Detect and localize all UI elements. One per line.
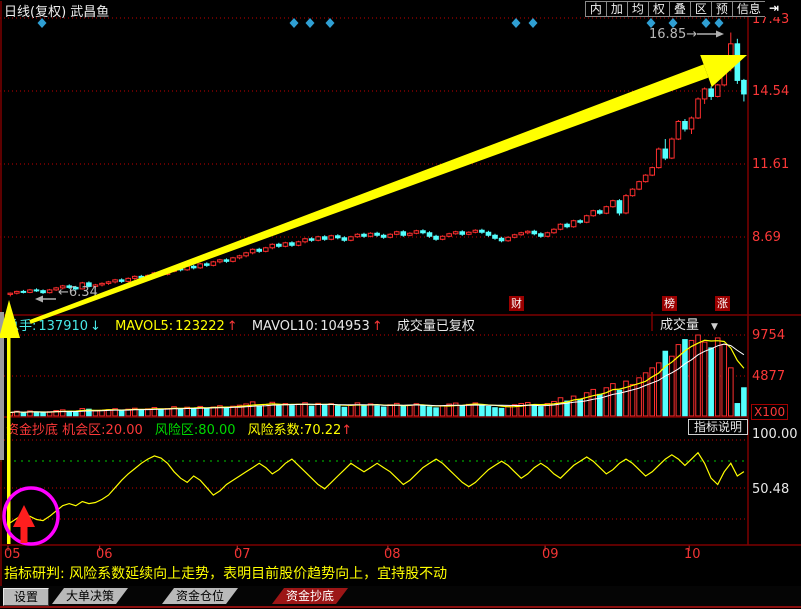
x-axis-tick-aug: 08 (384, 547, 401, 562)
indicator-help-button[interactable]: 指标说明 (688, 419, 748, 435)
volume-header: 总手:137910↓ MAVOL5:123222↑ MAVOL10:104953… (6, 315, 477, 334)
text-layer: 日线(复权) 武昌鱼 内 加 均 权 叠 区 预 信息 ⇥ 17.43 14.5… (0, 0, 801, 609)
volume-adjusted-note: 成交量已复权 (397, 319, 475, 334)
analysis-conclusion-text: 指标研判: 风险系数延续向上走势，表明目前股价趋势向上，宜持股不动 (4, 563, 447, 583)
price-axis-label: 14.54 (752, 84, 789, 99)
menu-item-avg[interactable]: 均 (627, 1, 649, 17)
event-tag-rank[interactable]: 榜 (662, 296, 677, 311)
risk-coef-value: 70.22 (304, 423, 341, 438)
indicator-name: 资金抄底 (6, 423, 58, 438)
volume-type-dropdown[interactable]: 成交量 ▼ (660, 314, 718, 333)
mavol10-value: 104953 (320, 319, 370, 334)
mavol5-value: 123222 (175, 319, 225, 334)
risk-coef-label: 风险系数: (248, 423, 304, 438)
price-axis-label: 8.69 (752, 230, 781, 245)
x-axis-tick-jun: 06 (96, 547, 113, 562)
price-axis-label: 11.61 (752, 157, 789, 172)
risk-zone-label: 风险区: (155, 423, 198, 438)
indicator-axis-label: 100.00 (752, 427, 798, 442)
opportunity-zone-value: 20.00 (106, 423, 143, 438)
left-scroll-strip[interactable] (0, 312, 4, 460)
menu-item-zone[interactable]: 区 (690, 1, 712, 17)
indicator-axis-label: 50.48 (752, 482, 789, 497)
opportunity-zone-label: 机会区: (62, 423, 105, 438)
trading-app-window: 日线(复权) 武昌鱼 内 加 均 权 叠 区 预 信息 ⇥ 17.43 14.5… (0, 0, 801, 609)
chart-title: 日线(复权) 武昌鱼 (4, 1, 109, 20)
event-tag-finance[interactable]: 财 (509, 296, 524, 311)
menu-item-info[interactable]: 信息 (732, 1, 766, 17)
mavol5-label: MAVOL5: (115, 319, 173, 334)
bottom-tab-bar: 设置 大单决策 资金仓位 资金抄底 (0, 586, 801, 606)
volume-down-arrow-icon: ↓ (90, 319, 101, 334)
tab-big-order-decision[interactable]: 大单决策 (52, 588, 128, 604)
x-axis-tick-oct: 10 (684, 547, 701, 562)
menu-item-inner[interactable]: 内 (585, 1, 607, 17)
low-price-annotation: ←6.34 (58, 285, 98, 300)
menu-item-rights[interactable]: 权 (648, 1, 670, 17)
volume-axis-label: 9754 (752, 328, 785, 343)
mavol10-label: MAVOL10: (252, 319, 318, 334)
event-tag-rise[interactable]: 涨 (715, 296, 730, 311)
menu-item-overlay[interactable]: 叠 (669, 1, 691, 17)
risk-coef-up-arrow-icon: ↑ (341, 423, 352, 438)
risk-zone-value: 80.00 (198, 423, 235, 438)
high-price-annotation: 16.85→ (649, 27, 697, 42)
toolbar-menu: 内 加 均 权 叠 区 预 信息 ⇥ (586, 1, 781, 17)
settings-button[interactable]: 设置 (3, 588, 49, 606)
mavol5-up-arrow-icon: ↑ (227, 319, 238, 334)
x-axis-tick-jul: 07 (234, 547, 251, 562)
mavol10-up-arrow-icon: ↑ (372, 319, 383, 334)
menu-collapse-icon[interactable]: ⇥ (765, 1, 781, 17)
menu-item-forecast[interactable]: 预 (711, 1, 733, 17)
volume-label: 总手: (6, 319, 36, 334)
volume-unit-label: X100 (751, 404, 788, 420)
x-axis-tick-sep: 09 (542, 547, 559, 562)
indicator-header: 资金抄底 机会区:20.00 风险区:80.00 风险系数:70.22↑ (6, 419, 352, 438)
menu-item-add[interactable]: 加 (606, 1, 628, 17)
volume-dropdown-label: 成交量 (660, 318, 699, 333)
chevron-down-icon: ▼ (711, 322, 718, 332)
tab-fund-bottom-fishing[interactable]: 资金抄底 (272, 588, 348, 604)
x-axis-tick-may: 05 (4, 547, 21, 562)
volume-value: 137910 (38, 319, 88, 334)
tab-fund-position[interactable]: 资金仓位 (162, 588, 238, 604)
volume-axis-label: 4877 (752, 369, 785, 384)
